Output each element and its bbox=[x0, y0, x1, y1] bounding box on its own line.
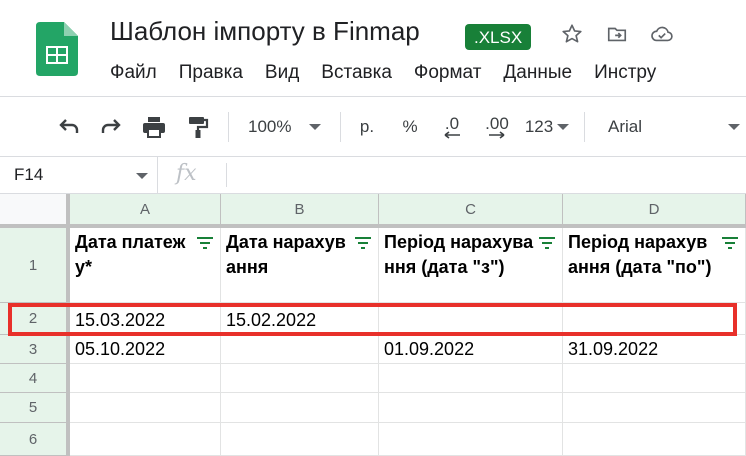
cell-b5[interactable] bbox=[221, 393, 379, 423]
menu-file[interactable]: Файл bbox=[110, 62, 157, 86]
header-cell-d1[interactable]: Період нарахування (дата "по") bbox=[563, 228, 746, 303]
toolbar-divider bbox=[584, 112, 585, 142]
formula-bar: F14 fx bbox=[0, 156, 746, 194]
row-header-5[interactable]: 5 bbox=[0, 393, 70, 423]
formula-input[interactable] bbox=[234, 157, 746, 193]
header-cell-c1[interactable]: Період нарахування (дата "з") bbox=[379, 228, 563, 303]
toolbar-divider bbox=[228, 112, 229, 142]
cell-c5[interactable] bbox=[379, 393, 563, 423]
filter-icon[interactable] bbox=[354, 236, 372, 250]
arrow-right-icon bbox=[489, 130, 505, 139]
menu-tools[interactable]: Инстру bbox=[594, 62, 656, 86]
file-format-badge: .XLSX bbox=[465, 24, 532, 50]
filter-icon[interactable] bbox=[721, 236, 739, 250]
row-2-highlight-box bbox=[8, 303, 737, 336]
name-box[interactable]: F14 bbox=[0, 157, 158, 193]
formula-divider bbox=[226, 163, 227, 187]
menu-format[interactable]: Формат bbox=[414, 62, 482, 86]
cell-d5[interactable] bbox=[563, 393, 746, 423]
app-header: Шаблон імпорту в Finmap .XLSX Файл Правк… bbox=[0, 0, 746, 97]
cell-c4[interactable] bbox=[379, 364, 563, 393]
select-all-corner[interactable] bbox=[0, 194, 70, 228]
filter-icon[interactable] bbox=[196, 236, 214, 250]
cell-value: 01.09.2022 bbox=[384, 339, 475, 359]
menu-insert[interactable]: Вставка bbox=[321, 62, 392, 86]
cell-a4[interactable] bbox=[70, 364, 221, 393]
cell-b6[interactable] bbox=[221, 423, 379, 456]
cell-a5[interactable] bbox=[70, 393, 221, 423]
row-header-4[interactable]: 4 bbox=[0, 364, 70, 393]
chevron-down-icon bbox=[728, 124, 741, 130]
menu-edit[interactable]: Правка bbox=[179, 62, 243, 86]
menu-view[interactable]: Вид bbox=[265, 62, 299, 86]
cell-c6[interactable] bbox=[379, 423, 563, 456]
menu-data[interactable]: Данные bbox=[503, 62, 572, 86]
toolbar-divider bbox=[340, 112, 341, 142]
undo-icon[interactable] bbox=[54, 114, 84, 140]
more-formats-button[interactable]: 123 bbox=[522, 114, 572, 140]
cell-b4[interactable] bbox=[221, 364, 379, 393]
cell-d3[interactable]: 31.09.2022 bbox=[563, 335, 746, 364]
zoom-select[interactable]: 100% bbox=[248, 114, 328, 140]
increase-decimals-button[interactable]: .00 bbox=[480, 114, 514, 140]
row-header-3[interactable]: 3 bbox=[0, 335, 70, 364]
font-name: Arial bbox=[608, 117, 643, 136]
increase-decimals-label: .00 bbox=[485, 113, 509, 133]
cell-value: 31.09.2022 bbox=[568, 339, 659, 359]
header-cell-text: Період нарахування (дата "з") bbox=[384, 232, 534, 277]
print-icon[interactable] bbox=[139, 114, 169, 140]
chevron-down-icon bbox=[309, 124, 322, 130]
arrow-left-icon bbox=[444, 130, 460, 139]
cell-a3[interactable]: 05.10.2022 bbox=[70, 335, 221, 364]
filter-icon[interactable] bbox=[538, 236, 556, 250]
header-cell-text: Період нарахування (дата "по") bbox=[568, 232, 712, 277]
row-header-1[interactable]: 1 bbox=[0, 228, 70, 303]
column-header-a[interactable]: A bbox=[70, 194, 221, 228]
currency-format-button[interactable]: р. bbox=[354, 114, 380, 140]
column-header-c[interactable]: C bbox=[379, 194, 563, 228]
header-cell-text: Дата нарахування bbox=[226, 232, 346, 277]
more-formats-label: 123 bbox=[524, 117, 554, 136]
row-header-6[interactable]: 6 bbox=[0, 423, 70, 456]
decrease-decimals-label: .0 bbox=[444, 113, 460, 133]
cell-a6[interactable] bbox=[70, 423, 221, 456]
chevron-down-icon bbox=[557, 124, 570, 130]
column-header-b[interactable]: B bbox=[221, 194, 379, 228]
paint-format-icon[interactable] bbox=[183, 114, 213, 140]
star-icon[interactable] bbox=[558, 20, 586, 48]
header-cell-a1[interactable]: Дата платежу* bbox=[70, 228, 221, 303]
menu-bar: Файл Правка Вид Вставка Формат Данные Ин… bbox=[110, 62, 678, 86]
zoom-value: 100% bbox=[248, 117, 292, 136]
sheets-logo-icon[interactable] bbox=[36, 22, 78, 76]
header-cell-b1[interactable]: Дата нарахування bbox=[221, 228, 379, 303]
font-select[interactable]: Arial bbox=[608, 114, 746, 140]
cell-value: 05.10.2022 bbox=[75, 339, 166, 359]
toolbar: 100% р. % .0 .00 123 Arial bbox=[0, 98, 746, 156]
document-title[interactable]: Шаблон імпорту в Finmap bbox=[110, 16, 420, 47]
chevron-down-icon bbox=[136, 173, 148, 179]
name-box-value: F14 bbox=[14, 165, 44, 184]
move-to-folder-icon[interactable] bbox=[603, 20, 631, 48]
header-cell-text: Дата платежу* bbox=[75, 232, 186, 277]
cell-d4[interactable] bbox=[563, 364, 746, 393]
decrease-decimals-button[interactable]: .0 bbox=[438, 114, 466, 140]
cell-c3[interactable]: 01.09.2022 bbox=[379, 335, 563, 364]
redo-icon[interactable] bbox=[96, 114, 126, 140]
column-header-d[interactable]: D bbox=[563, 194, 746, 228]
cloud-saved-icon[interactable] bbox=[648, 20, 676, 48]
cell-d6[interactable] bbox=[563, 423, 746, 456]
fx-icon: fx bbox=[176, 161, 197, 186]
cell-b3[interactable] bbox=[221, 335, 379, 364]
percent-format-button[interactable]: % bbox=[398, 114, 422, 140]
